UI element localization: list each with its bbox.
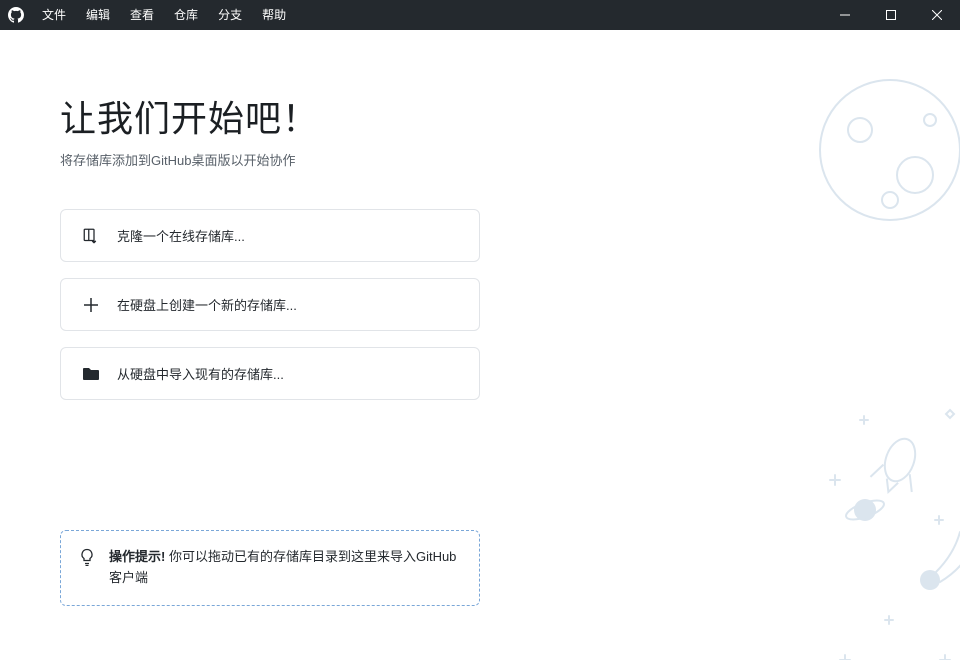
tip-text: 操作提示! 你可以拖动已有的存储库目录到这里来导入GitHub客户端 xyxy=(109,547,461,589)
maximize-button[interactable] xyxy=(868,0,914,30)
tip-label: 操作提示! xyxy=(109,549,169,564)
lightbulb-icon xyxy=(79,548,97,569)
titlebar: 文件 编辑 查看 仓库 分支 帮助 xyxy=(0,0,960,30)
add-repo-label: 从硬盘中导入现有的存储库... xyxy=(117,364,284,383)
folder-icon xyxy=(79,366,103,382)
add-repo-button[interactable]: 从硬盘中导入现有的存储库... xyxy=(60,347,480,400)
close-button[interactable] xyxy=(914,0,960,30)
clone-icon xyxy=(79,227,103,245)
create-repo-label: 在硬盘上创建一个新的存储库... xyxy=(117,295,297,314)
menu-edit[interactable]: 编辑 xyxy=(76,0,120,30)
clone-repo-label: 克隆一个在线存储库... xyxy=(117,226,245,245)
minimize-button[interactable] xyxy=(822,0,868,30)
page-subtitle: 将存储库添加到GitHub桌面版以开始协作 xyxy=(60,150,960,169)
tip-box: 操作提示! 你可以拖动已有的存储库目录到这里来导入GitHub客户端 xyxy=(60,530,480,606)
action-list: 克隆一个在线存储库... 在硬盘上创建一个新的存储库... 从硬盘中导入现有的存… xyxy=(60,209,480,400)
github-logo-icon xyxy=(0,7,32,23)
create-repo-button[interactable]: 在硬盘上创建一个新的存储库... xyxy=(60,278,480,331)
plus-icon xyxy=(79,297,103,313)
menu-help[interactable]: 帮助 xyxy=(252,0,296,30)
menu-branch[interactable]: 分支 xyxy=(208,0,252,30)
clone-repo-button[interactable]: 克隆一个在线存储库... xyxy=(60,209,480,262)
window-controls xyxy=(822,0,960,30)
menu-view[interactable]: 查看 xyxy=(120,0,164,30)
menu-bar: 文件 编辑 查看 仓库 分支 帮助 xyxy=(32,0,296,30)
content-area: 让我们开始吧！ 将存储库添加到GitHub桌面版以开始协作 克隆一个在线存储库.… xyxy=(0,30,960,660)
menu-repository[interactable]: 仓库 xyxy=(164,0,208,30)
menu-file[interactable]: 文件 xyxy=(32,0,76,30)
page-title: 让我们开始吧！ xyxy=(60,90,960,142)
